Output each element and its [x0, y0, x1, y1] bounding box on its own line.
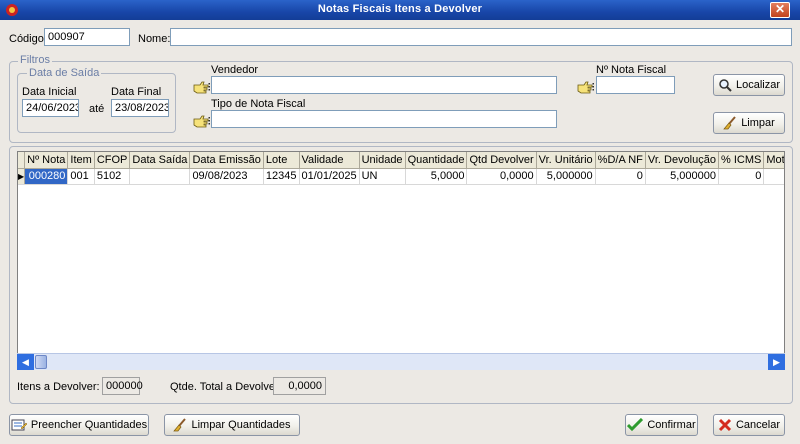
table-cell[interactable]: UN — [359, 168, 406, 185]
col-header[interactable]: Vr. Unitário — [536, 152, 596, 169]
col-header[interactable]: Unidade — [359, 152, 406, 169]
limpar-quantidades-button[interactable]: Limpar Quantidades — [164, 414, 300, 436]
row-indicator-header — [18, 152, 26, 169]
vendedor-field[interactable] — [211, 76, 557, 94]
cancelar-button[interactable]: Cancelar — [713, 414, 785, 436]
scroll-thumb[interactable] — [35, 355, 47, 369]
table-cell[interactable] — [129, 168, 191, 185]
tipo-nota-pick-icon[interactable] — [193, 114, 211, 128]
tipo-nota-field[interactable] — [211, 110, 557, 128]
filtros-legend: Filtros — [18, 54, 52, 66]
col-header[interactable]: Quantidade — [405, 152, 468, 169]
magnifier-icon — [719, 79, 732, 92]
data-final-field[interactable]: 23/08/2023 — [111, 99, 169, 117]
col-header[interactable]: Vr. Devolução — [645, 152, 719, 169]
col-header[interactable]: Data Saída — [129, 152, 191, 169]
table-cell[interactable] — [763, 168, 784, 185]
table-cell[interactable]: 12345 — [263, 168, 300, 185]
horizontal-scrollbar[interactable]: ◀ ▶ — [17, 353, 785, 370]
confirmar-label: Confirmar — [647, 419, 696, 431]
data-inicial-field[interactable]: 24/06/2023 — [22, 99, 79, 117]
title-bar: Notas Fiscais Itens a Devolver ✕ — [0, 0, 800, 20]
table-cell[interactable]: 5,000000 — [645, 168, 719, 185]
vendedor-label: Vendedor — [211, 64, 259, 76]
col-header[interactable]: Item — [67, 152, 95, 169]
qtde-total-label: Qtde. Total a Devolver: — [170, 381, 282, 393]
broom-icon — [173, 418, 187, 432]
col-header[interactable]: Data Emissão — [189, 152, 264, 169]
scroll-right-icon[interactable]: ▶ — [768, 354, 785, 370]
data-saida-legend: Data de Saída — [27, 67, 102, 79]
table-cell[interactable]: 000280 — [24, 168, 69, 185]
nota-fiscal-field[interactable] — [596, 76, 675, 94]
ate-label: até — [89, 103, 105, 115]
preencher-quantidades-label: Preencher Quantidades — [30, 419, 148, 431]
data-final-label: Data Final — [111, 86, 162, 98]
limpar-quantidades-label: Limpar Quantidades — [191, 419, 291, 431]
table-cell[interactable]: 0,0000 — [466, 168, 537, 185]
row-indicator-icon: ▶ — [18, 168, 26, 185]
codigo-label: Código: — [9, 33, 47, 45]
col-header[interactable]: Nº Nota — [24, 152, 69, 169]
table-cell[interactable]: 5,000000 — [536, 168, 596, 185]
confirmar-button[interactable]: Confirmar — [625, 414, 698, 436]
form-icon — [11, 419, 27, 431]
qtde-total-value: 0,0000 — [273, 377, 326, 395]
limpar-label: Limpar — [741, 117, 775, 129]
table-cell[interactable]: 5102 — [94, 168, 131, 185]
vendedor-pick-icon[interactable] — [193, 80, 211, 94]
col-header[interactable]: Qtd Devolver — [466, 152, 537, 169]
table-cell[interactable]: 001 — [67, 168, 95, 185]
window-title: Notas Fiscais Itens a Devolver — [317, 3, 483, 15]
table-row[interactable]: ▶ 000280 001 5102 09/08/2023 12345 01/01… — [18, 168, 784, 185]
limpar-button[interactable]: Limpar — [713, 112, 785, 134]
col-header[interactable]: CFOP — [94, 152, 131, 169]
nome-field[interactable] — [170, 28, 792, 46]
table-cell[interactable]: 0 — [718, 168, 765, 185]
data-inicial-label: Data Inicial — [22, 86, 77, 98]
x-icon — [718, 418, 732, 432]
tipo-nota-label: Tipo de Nota Fiscal — [211, 98, 306, 110]
close-button[interactable]: ✕ — [770, 2, 790, 18]
itens-devolver-label: Itens a Devolver: — [17, 381, 100, 393]
table-cell[interactable]: 5,0000 — [405, 168, 468, 185]
table-cell[interactable]: 0 — [595, 168, 646, 185]
items-grid[interactable]: Nº Nota Item CFOP Data Saída Data Emissã… — [17, 151, 785, 370]
broom-icon — [723, 116, 736, 130]
col-header[interactable]: Validade — [299, 152, 360, 169]
check-icon — [627, 418, 644, 432]
table-cell[interactable]: 01/01/2025 — [299, 168, 360, 185]
localizar-button[interactable]: Localizar — [713, 74, 785, 96]
localizar-label: Localizar — [735, 79, 781, 91]
nome-label: Nome: — [138, 33, 171, 45]
col-header[interactable]: Motivo — [763, 152, 784, 169]
col-header[interactable]: Lote — [263, 152, 300, 169]
col-header[interactable]: % ICMS — [718, 152, 765, 169]
grid-header-row: Nº Nota Item CFOP Data Saída Data Emissã… — [18, 152, 784, 169]
codigo-field[interactable]: 000907 — [44, 28, 130, 46]
scroll-left-icon[interactable]: ◀ — [17, 354, 34, 370]
nota-fiscal-pick-icon[interactable] — [577, 80, 595, 94]
preencher-quantidades-button[interactable]: Preencher Quantidades — [9, 414, 149, 436]
cancelar-label: Cancelar — [735, 419, 781, 431]
items-table: Nº Nota Item CFOP Data Saída Data Emissã… — [18, 152, 784, 185]
nota-fiscal-label: Nº Nota Fiscal — [596, 64, 667, 76]
table-cell[interactable]: 09/08/2023 — [189, 168, 264, 185]
col-header[interactable]: %D/A NF — [595, 152, 646, 169]
itens-devolver-value: 000000 — [102, 377, 143, 395]
